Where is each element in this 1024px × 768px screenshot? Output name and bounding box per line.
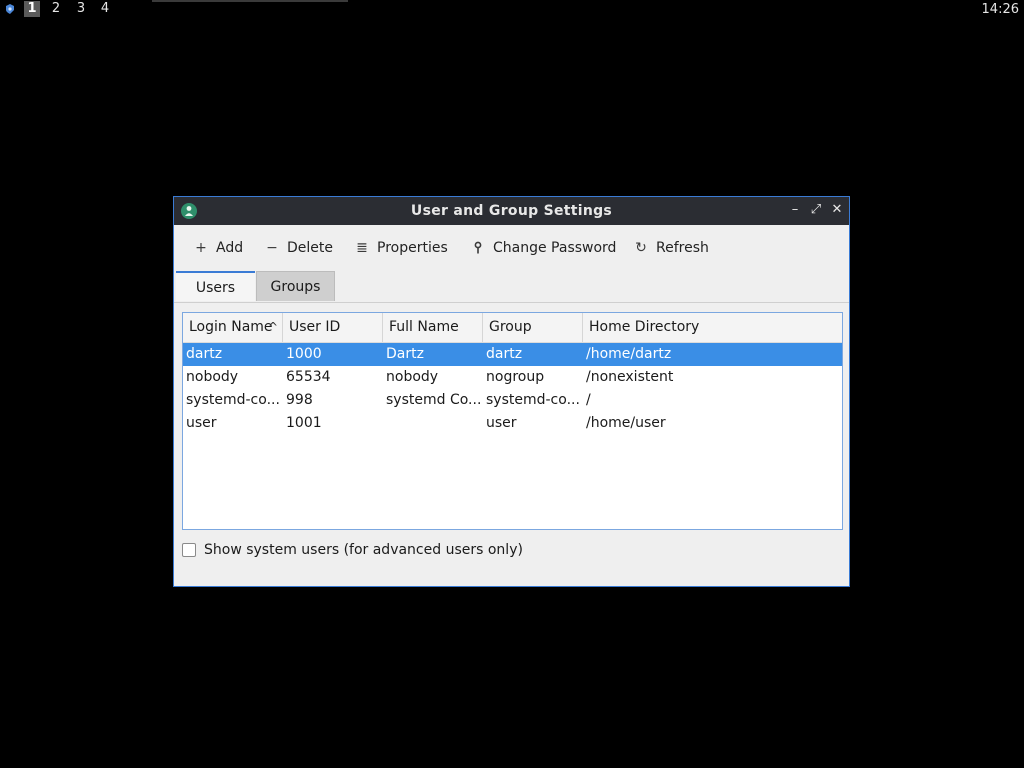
column-header-label: Login Name — [189, 319, 273, 335]
table-row[interactable]: systemd-co... 998 systemd Co... systemd-… — [183, 389, 842, 412]
tab-groups[interactable]: Groups — [256, 271, 335, 301]
properties-icon: ≣ — [356, 240, 368, 256]
show-system-users-label: Show system users (for advanced users on… — [204, 542, 523, 558]
delete-label: Delete — [287, 240, 333, 256]
maximize-button[interactable]: ⤢ — [809, 203, 823, 217]
cell-full-name: Dartz — [386, 346, 424, 362]
change-password-button[interactable]: Change Password — [471, 237, 616, 259]
change-password-label: Change Password — [493, 240, 617, 256]
cell-group: user — [486, 415, 517, 431]
cell-user-id: 1001 — [286, 415, 322, 431]
table-row[interactable]: dartz 1000 Dartz dartz /home/dartz — [183, 343, 842, 366]
cell-user-id: 65534 — [286, 369, 331, 385]
tab-users[interactable]: Users — [176, 271, 255, 301]
user-group-settings-window: User and Group Settings – ⤢ ✕ + Add − De… — [173, 196, 850, 587]
taskbar-item[interactable] — [152, 0, 348, 2]
sort-ascending-icon: ^ — [267, 320, 278, 334]
tab-bar: Users Groups — [174, 271, 849, 303]
cell-group: dartz — [486, 346, 523, 362]
table-row[interactable]: nobody 65534 nobody nogroup /nonexistent — [183, 366, 842, 389]
users-table[interactable]: Login Name ^ User ID Full Name Group Hom… — [182, 312, 843, 530]
clock: 14:26 — [981, 2, 1019, 17]
column-header-group[interactable]: Group — [483, 313, 583, 342]
plus-icon: + — [195, 240, 207, 256]
cell-group: nogroup — [486, 369, 545, 385]
cell-full-name — [383, 412, 483, 435]
cell-login-name: dartz — [186, 346, 223, 362]
refresh-icon: ↻ — [635, 240, 647, 256]
top-panel: 1 2 3 4 14:26 — [0, 0, 1024, 20]
minimize-button[interactable]: – — [788, 203, 802, 217]
cell-login-name: systemd-co... — [186, 392, 280, 408]
delete-button[interactable]: − Delete — [265, 237, 333, 259]
column-header-login-name[interactable]: Login Name ^ — [183, 313, 283, 342]
window-titlebar[interactable]: User and Group Settings – ⤢ ✕ — [174, 197, 849, 225]
add-button[interactable]: + Add — [194, 237, 243, 259]
cell-user-id: 1000 — [286, 346, 322, 362]
workspace-1[interactable]: 1 — [24, 1, 40, 17]
show-system-users-option[interactable]: Show system users (for advanced users on… — [182, 541, 523, 559]
add-label: Add — [216, 240, 244, 256]
tab-divider — [174, 302, 849, 303]
cell-login-name: nobody — [186, 369, 239, 385]
cell-group: systemd-co... — [486, 392, 580, 408]
column-header-home-directory[interactable]: Home Directory — [583, 313, 842, 342]
properties-button[interactable]: ≣ Properties — [355, 237, 448, 259]
table-header: Login Name ^ User ID Full Name Group Hom… — [183, 313, 842, 343]
properties-label: Properties — [377, 240, 448, 256]
workspace-2[interactable]: 2 — [48, 1, 64, 17]
table-row[interactable]: user 1001 user /home/user — [183, 412, 842, 435]
cell-user-id: 998 — [286, 392, 313, 408]
cell-login-name: user — [186, 415, 217, 431]
minus-icon: − — [266, 240, 278, 256]
column-header-full-name[interactable]: Full Name — [383, 313, 483, 342]
cell-home-directory: / — [586, 392, 591, 408]
close-button[interactable]: ✕ — [830, 203, 844, 217]
workspace-4[interactable]: 4 — [97, 1, 113, 17]
app-menu-icon[interactable] — [4, 3, 16, 15]
window-title: User and Group Settings — [410, 203, 613, 219]
cell-full-name: systemd Co... — [386, 392, 482, 408]
cell-home-directory: /nonexistent — [586, 369, 674, 385]
workspace-3[interactable]: 3 — [73, 1, 89, 17]
cell-home-directory: /home/user — [586, 415, 666, 431]
refresh-label: Refresh — [656, 240, 709, 256]
cell-full-name: nobody — [386, 369, 439, 385]
refresh-button[interactable]: ↻ Refresh — [634, 237, 709, 259]
show-system-users-checkbox[interactable] — [182, 543, 196, 557]
column-header-user-id[interactable]: User ID — [283, 313, 383, 342]
cell-home-directory: /home/dartz — [586, 346, 672, 362]
key-icon — [471, 241, 485, 255]
toolbar: + Add − Delete ≣ Properties Change Passw… — [174, 225, 849, 269]
